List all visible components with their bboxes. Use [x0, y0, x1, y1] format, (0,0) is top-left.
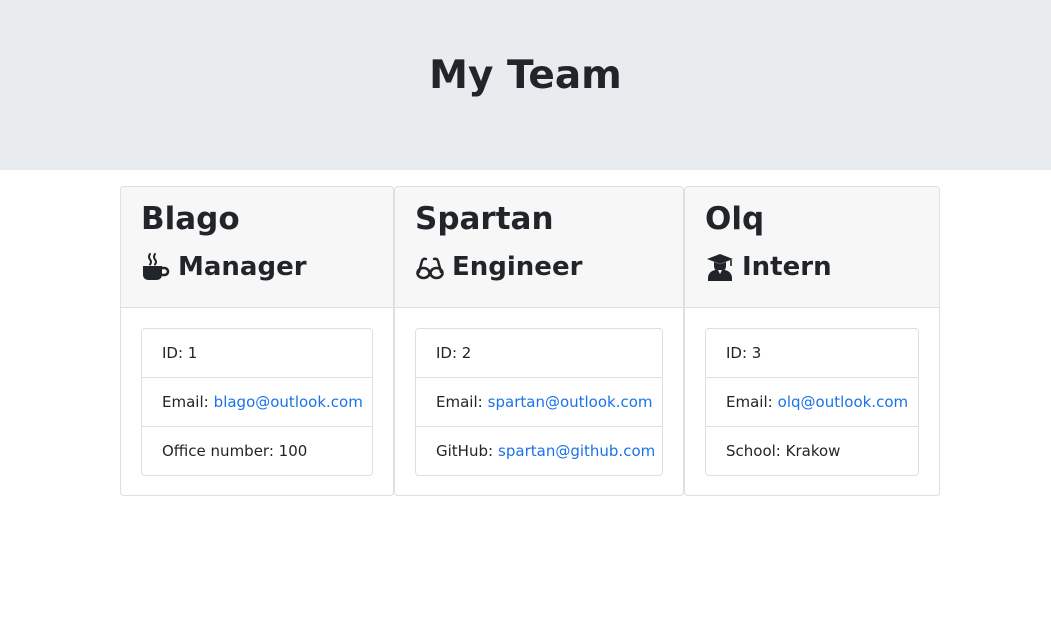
employee-name: Spartan: [415, 201, 554, 237]
role-label: Manager: [178, 252, 307, 282]
graduate-icon: [705, 252, 735, 282]
employee-id: ID: 1: [142, 329, 372, 378]
card-header: Blago Manager: [121, 187, 393, 308]
employee-email: Email: olq@outlook.com: [706, 378, 918, 427]
employee-card-intern: Olq Intern ID: 3 Email: olq@outlook.com …: [684, 186, 940, 496]
role-label: Engineer: [452, 252, 583, 282]
role-label: Intern: [742, 252, 832, 282]
employee-id: ID: 2: [416, 329, 662, 378]
coffee-icon: [141, 252, 171, 282]
page-title: My Team: [429, 53, 622, 98]
github-link[interactable]: spartan@github.com: [498, 442, 655, 460]
employee-role: Engineer: [415, 249, 582, 285]
office-number: Office number: 100: [162, 442, 308, 460]
employee-details: ID: 3 Email: olq@outlook.com School: Kra…: [705, 328, 919, 476]
employee-name: Olq: [705, 201, 765, 237]
employee-details: ID: 2 Email: spartan@outlook.com GitHub:…: [415, 328, 663, 476]
employee-name: Blago: [141, 201, 240, 237]
card-header: Olq Intern: [685, 187, 939, 308]
employee-role: Manager: [141, 249, 307, 285]
school-info: School: Krakow: [726, 442, 841, 460]
email-link[interactable]: blago@outlook.com: [214, 393, 363, 411]
employee-id: ID: 3: [706, 329, 918, 378]
page-header: My Team: [0, 0, 1051, 170]
github-info: GitHub: spartan@github.com: [436, 442, 656, 460]
glasses-icon: [415, 252, 445, 282]
employee-email: Email: spartan@outlook.com: [416, 378, 662, 427]
employee-details: ID: 1 Email: blago@outlook.com Office nu…: [141, 328, 373, 476]
employee-role: Intern: [705, 249, 832, 285]
card-header: Spartan Engineer: [395, 187, 683, 308]
email-link[interactable]: spartan@outlook.com: [488, 393, 653, 411]
employee-card-manager: Blago Manager ID: 1 Email: blago@outlook…: [120, 186, 394, 496]
employee-email: Email: blago@outlook.com: [142, 378, 372, 427]
email-link[interactable]: olq@outlook.com: [778, 393, 908, 411]
employee-card-engineer: Spartan Engineer ID: 2 Email: spartan@ou…: [394, 186, 684, 496]
